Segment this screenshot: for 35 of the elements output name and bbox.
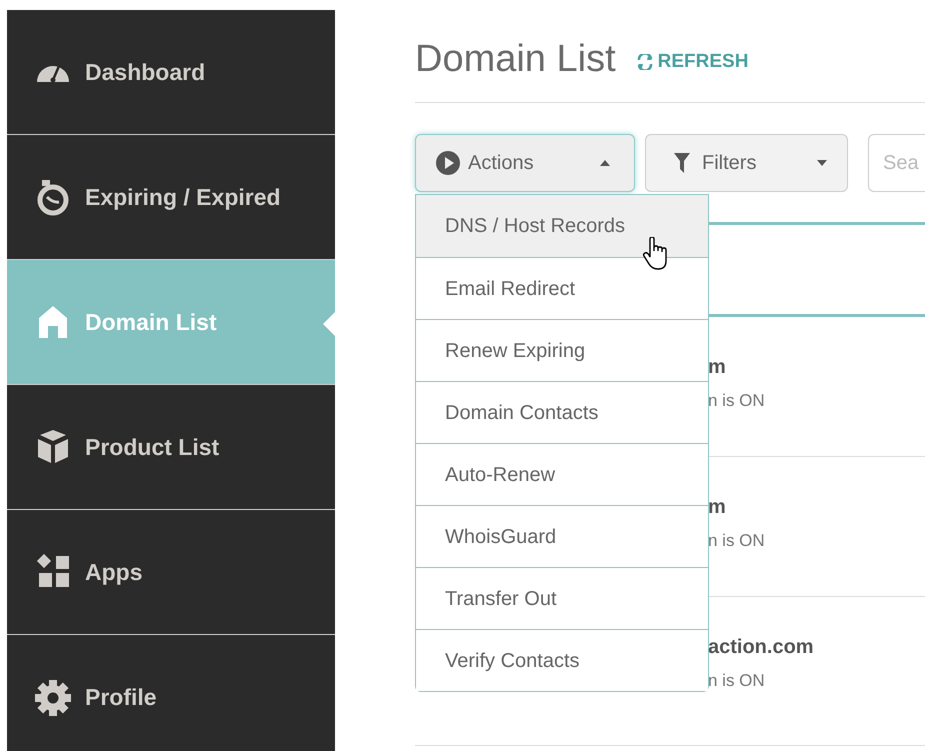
sidebar-label: Profile [85,683,157,712]
domain-name[interactable]: m [708,355,925,380]
play-icon [436,151,460,175]
page-title: Domain List [415,40,616,78]
sidebar-label: Product List [85,432,220,462]
filters-button[interactable]: Filters [645,134,848,192]
caret-icon [817,160,827,166]
sidebar-label: Dashboard [85,58,206,87]
house-icon [37,304,69,340]
sidebar-item[interactable]: Product List [7,385,335,510]
stopwatch-icon [35,177,71,217]
sidebar-label: Apps [85,558,142,587]
menu-item[interactable]: DNS / Host Records [416,195,708,257]
actions-button[interactable]: Actions [415,134,635,192]
caret-icon [600,160,610,166]
domain-name[interactable]: m [708,495,925,520]
hand-cursor-icon [643,237,669,271]
refresh-link[interactable]: REFRESH [636,48,748,76]
search-field[interactable]: Sea [868,134,925,192]
sidebar-item[interactable]: Apps [7,510,335,635]
sidebar-item[interactable]: Profile [7,635,335,751]
apps-icon [35,554,71,590]
protection-status: n is ON [708,670,766,692]
sidebar-label: Domain List [85,308,217,337]
gear-icon [34,678,72,716]
protection-status: n is ON [708,530,766,552]
active-pointer [323,312,335,336]
box-icon [36,429,70,465]
funnel-icon [674,153,690,173]
sidebar-item[interactable]: Dashboard [7,10,335,135]
domain-name[interactable]: action.com [708,635,925,660]
protection-status: n is ON [708,390,766,412]
refresh-icon [636,54,654,70]
sidebar-label: Expiring / Expired [85,182,281,212]
menu-item[interactable]: Verify Contacts [416,629,708,691]
